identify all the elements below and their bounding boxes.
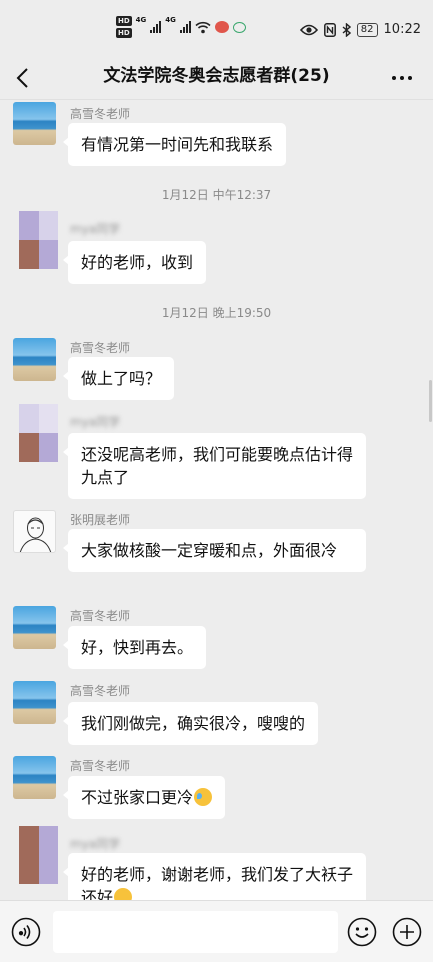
- pixel-avatar[interactable]: [19, 404, 58, 462]
- pixel-avatar[interactable]: [19, 826, 58, 884]
- message-bubble[interactable]: 我们刚做完，确实很冷，嗖嗖的: [62, 702, 319, 745]
- sender-name: 高雪冬老师: [70, 107, 131, 121]
- grin-emoji-icon: [114, 888, 133, 900]
- pixel-avatar[interactable]: [19, 211, 58, 269]
- signal-icon: [179, 21, 191, 33]
- sketch-avatar[interactable]: [13, 510, 56, 553]
- laugh-cry-emoji-icon: [194, 788, 213, 806]
- message-bubble[interactable]: 不过张家口更冷: [62, 776, 226, 819]
- sender-name: 高雪冬老师: [70, 759, 131, 773]
- network-type: 4G: [165, 16, 176, 24]
- battery-indicator: 82: [356, 22, 378, 37]
- message-bubble[interactable]: 有情况第一时间先和我联系: [62, 123, 287, 166]
- message-bubble[interactable]: 好的老师，收到: [62, 241, 207, 284]
- bluetooth-icon: [342, 22, 351, 37]
- sender-name: 张明展老师: [70, 513, 131, 527]
- plus-icon[interactable]: [392, 917, 422, 947]
- hd-badge: HD: [116, 16, 132, 26]
- weibo-icon: [214, 21, 229, 33]
- sender-name: mya同学: [70, 415, 121, 429]
- scrollbar-thumb[interactable]: [429, 380, 432, 422]
- nfc-icon: [323, 22, 336, 37]
- sender-name: 高雪冬老师: [70, 684, 131, 698]
- chat-title: 文法学院冬奥会志愿者群(25): [103, 66, 330, 86]
- voice-icon[interactable]: [11, 917, 41, 947]
- network-status: HD HD 4G 4G: [116, 16, 246, 38]
- more-options-icon[interactable]: [389, 66, 415, 90]
- emoji-icon[interactable]: [347, 917, 377, 947]
- status-right: 82 10:22: [299, 22, 421, 37]
- beach-avatar[interactable]: [13, 338, 56, 381]
- message-list[interactable]: 高雪冬老师 有情况第一时间先和我联系 1月12日 中午12:37 mya同学 好…: [0, 100, 433, 900]
- clock: 10:22: [383, 22, 421, 37]
- signal-icon: [150, 21, 162, 33]
- hd-badges: HD HD: [116, 16, 132, 38]
- sender-name: 高雪冬老师: [70, 341, 131, 355]
- message-bubble[interactable]: 还没呢高老师，我们可能要晚点估计得九点了: [63, 433, 366, 499]
- timestamp: 1月12日 中午12:37: [161, 188, 272, 202]
- back-arrow-icon[interactable]: [12, 64, 36, 92]
- sender-name: mya同学: [70, 837, 121, 851]
- status-bar: HD HD 4G 4G 82 10:22: [0, 0, 433, 58]
- message-bubble[interactable]: 做上了吗？: [62, 357, 175, 400]
- message-bubble[interactable]: 好的老师，谢谢老师，我们发了大袄子还好: [63, 853, 366, 900]
- wifi-icon: [195, 21, 211, 33]
- message-input[interactable]: [53, 911, 338, 953]
- chat-header: 文法学院冬奥会志愿者群(25): [0, 58, 433, 100]
- message-bubble[interactable]: 大家做核酸一定穿暖和点，外面很冷: [63, 529, 366, 572]
- portrait-sketch-icon: [19, 517, 52, 552]
- beach-avatar[interactable]: [13, 756, 56, 799]
- timestamp: 1月12日 晚上19:50: [161, 306, 272, 320]
- message-text: 不过张家口更冷: [81, 788, 194, 807]
- sender-name: mya同学: [70, 222, 121, 236]
- network-type: 4G: [135, 16, 147, 24]
- chat-app-icon: [232, 21, 246, 33]
- eye-icon: [299, 24, 318, 35]
- beach-avatar[interactable]: [13, 102, 56, 145]
- beach-avatar[interactable]: [13, 681, 56, 724]
- message-bubble[interactable]: 好，快到再去。: [62, 626, 207, 669]
- hd-badge: HD: [116, 28, 132, 38]
- sender-name: 高雪冬老师: [70, 609, 131, 623]
- beach-avatar[interactable]: [13, 606, 56, 649]
- input-bar: [0, 900, 433, 962]
